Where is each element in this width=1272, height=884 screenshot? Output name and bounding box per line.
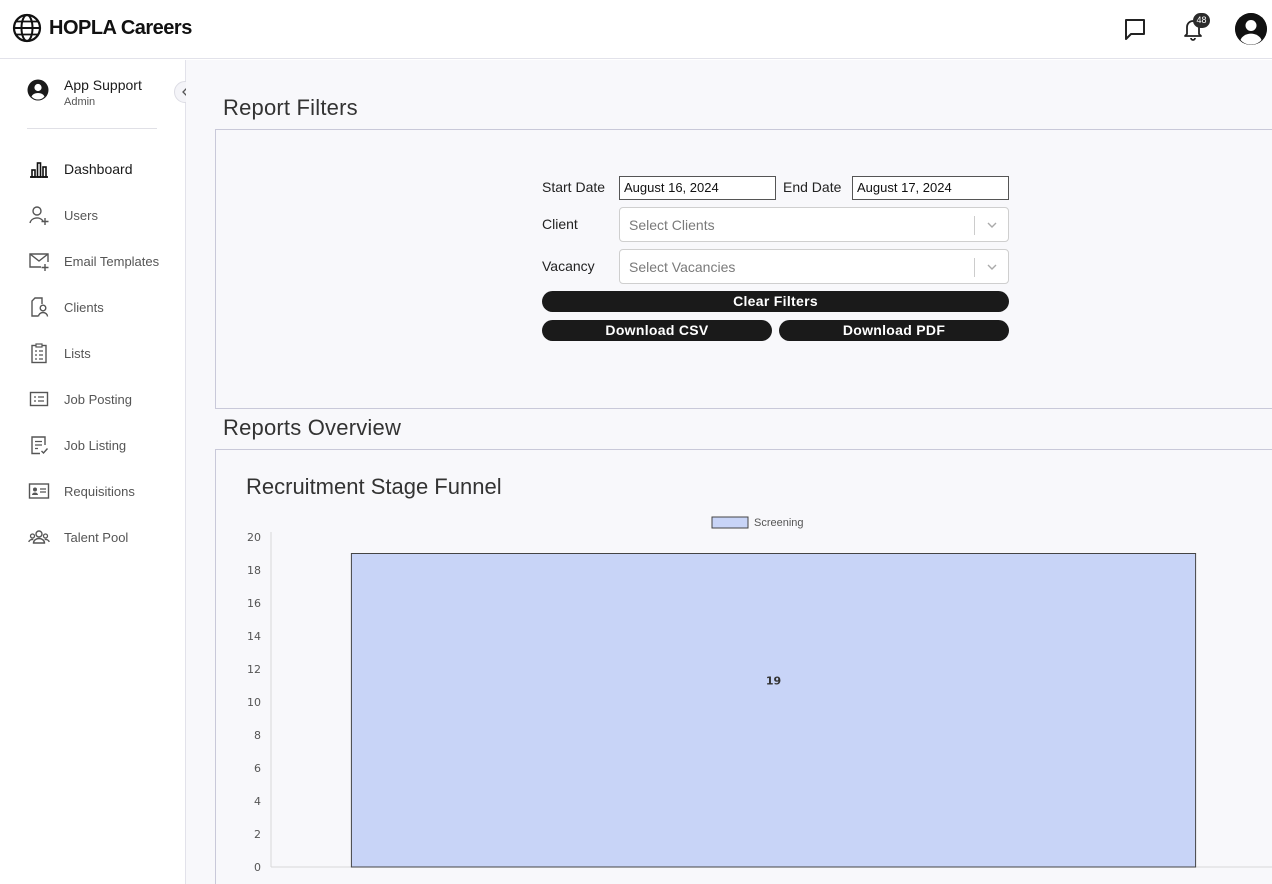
- sidebar-item-email-templates[interactable]: Email Templates: [0, 238, 186, 284]
- y-tick-label: 18: [247, 564, 261, 577]
- download-pdf-button[interactable]: Download PDF: [779, 320, 1009, 341]
- sidebar-nav: Dashboard Users Email Templates Clients …: [0, 146, 186, 560]
- globe-icon: [12, 13, 42, 43]
- client-label: Client: [542, 216, 578, 232]
- y-tick-label: 2: [254, 828, 261, 841]
- y-tick-label: 14: [247, 630, 261, 643]
- sidebar-item-dashboard[interactable]: Dashboard: [0, 146, 186, 192]
- sidebar: App Support Admin Dashboard Users Email …: [0, 60, 196, 884]
- sidebar-item-label: Job Listing: [64, 437, 127, 453]
- job-posting-icon: [29, 391, 49, 407]
- main-content: Report Filters Start Date August 16, 202…: [186, 60, 1272, 884]
- clear-filters-button[interactable]: Clear Filters: [542, 291, 1009, 312]
- y-tick-label: 16: [247, 597, 261, 610]
- brand[interactable]: HOPLA Careers: [12, 13, 192, 43]
- notification-badge: 48: [1193, 13, 1210, 28]
- y-tick-label: 8: [254, 729, 261, 742]
- report-filters-title: Report Filters: [223, 95, 358, 120]
- notifications-button[interactable]: 48: [1178, 13, 1210, 44]
- sidebar-item-job-posting[interactable]: Job Posting: [0, 376, 186, 422]
- sidebar-item-clients[interactable]: Clients: [0, 284, 186, 330]
- sidebar-item-requisitions[interactable]: Requisitions: [0, 468, 186, 514]
- sidebar-item-label: Users: [64, 207, 98, 223]
- client-folder-icon: [31, 297, 49, 317]
- y-tick-label: 4: [254, 795, 261, 808]
- sidebar-item-label: Dashboard: [64, 161, 133, 177]
- y-tick-label: 0: [254, 861, 261, 874]
- sidebar-item-talent-pool[interactable]: Talent Pool: [0, 514, 186, 560]
- reports-overview-title: Reports Overview: [223, 415, 402, 440]
- sidebar-item-label: Clients: [64, 299, 104, 315]
- sidebar-item-label: Job Posting: [64, 391, 132, 407]
- y-tick-label: 20: [247, 531, 261, 544]
- client-select-placeholder: Select Clients: [629, 217, 715, 233]
- select-separator: [974, 216, 975, 235]
- vacancy-select[interactable]: Select Vacancies: [619, 249, 1009, 284]
- chevron-down-icon: [987, 222, 997, 228]
- messages-button[interactable]: [1120, 14, 1150, 44]
- sidebar-item-lists[interactable]: Lists: [0, 330, 186, 376]
- user-name: App Support: [64, 77, 142, 93]
- bar: [350, 553, 1197, 868]
- mail-plus-icon: [29, 253, 49, 271]
- sidebar-item-label: Talent Pool: [64, 529, 129, 545]
- user-circle-icon: [27, 79, 49, 101]
- profile-avatar[interactable]: [1235, 13, 1267, 45]
- reports-overview-panel: Recruitment Stage Funnel 0 2 4 6 8 10 12 14 16 18…: [215, 449, 1272, 884]
- chat-icon: [1125, 19, 1145, 40]
- legend-label: Screening: [754, 517, 804, 529]
- recruitment-funnel-chart: 0 2 4 6 8 10 12 14 16 18 20 19 Screening: [247, 516, 1272, 874]
- id-card-icon: [28, 483, 50, 499]
- user-avatar-icon: [1235, 13, 1267, 45]
- report-filters-panel: Start Date August 16, 2024 End Date Augu…: [215, 129, 1272, 409]
- client-select[interactable]: Select Clients: [619, 207, 1009, 242]
- group-icon: [28, 530, 50, 544]
- clipboard-list-icon: [31, 343, 47, 364]
- y-tick-label: 6: [254, 762, 261, 775]
- sidebar-divider: [27, 128, 157, 129]
- y-tick-label: 12: [247, 663, 261, 676]
- user-role: Admin: [64, 96, 96, 108]
- legend-swatch: [711, 516, 749, 529]
- brand-name: HOPLA Careers: [49, 16, 192, 39]
- sidebar-item-users[interactable]: Users: [0, 192, 186, 238]
- download-csv-button[interactable]: Download CSV: [542, 320, 772, 341]
- sidebar-item-job-listing[interactable]: Job Listing: [0, 422, 186, 468]
- vacancy-select-placeholder: Select Vacancies: [629, 259, 736, 275]
- start-date-label: Start Date: [542, 179, 606, 195]
- top-bar: HOPLA Careers 48: [0, 0, 1272, 59]
- data-label: 19: [766, 674, 781, 687]
- y-tick-label: 10: [247, 696, 261, 709]
- chevron-down-icon: [987, 264, 997, 270]
- select-separator: [974, 258, 975, 277]
- sidebar-item-label: Requisitions: [64, 483, 135, 499]
- vacancy-label: Vacancy: [542, 258, 595, 274]
- start-date-input[interactable]: August 16, 2024: [619, 176, 776, 200]
- sidebar-item-label: Lists: [64, 345, 91, 361]
- job-listing-icon: [31, 436, 49, 455]
- sidebar-item-label: Email Templates: [64, 253, 160, 269]
- end-date-input[interactable]: August 17, 2024: [852, 176, 1009, 200]
- add-user-icon: [29, 206, 49, 225]
- bar-chart-icon: [30, 162, 48, 178]
- current-user[interactable]: App Support Admin: [27, 77, 142, 108]
- end-date-label: End Date: [783, 179, 842, 195]
